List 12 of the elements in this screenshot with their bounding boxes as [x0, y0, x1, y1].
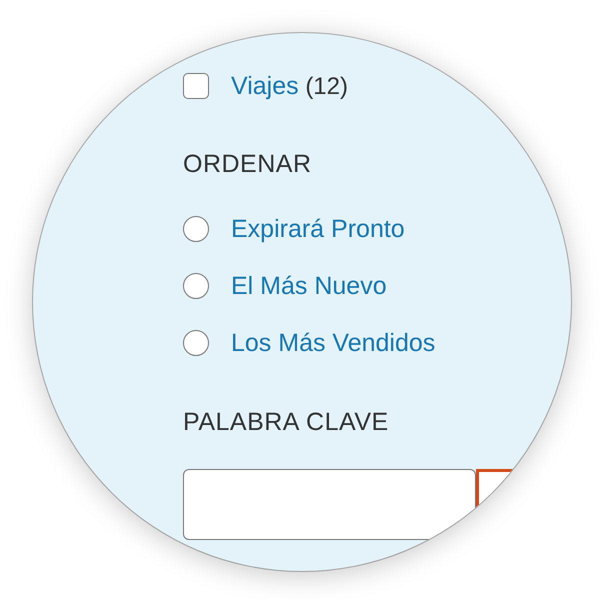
radio-button[interactable]	[183, 216, 209, 242]
radio-button[interactable]	[183, 273, 209, 299]
radio-button[interactable]	[183, 330, 209, 356]
sort-heading: ORDENAR	[183, 151, 313, 177]
keyword-heading: PALABRA CLAVE	[183, 409, 390, 435]
sort-option-link[interactable]: Expirará Pronto	[231, 216, 405, 242]
category-link[interactable]: Viajes	[231, 72, 299, 100]
keyword-input-field[interactable]	[183, 469, 476, 540]
sort-option-link[interactable]: El Más Nuevo	[231, 273, 387, 299]
sort-option-link[interactable]: Los Más Vendidos	[231, 330, 436, 356]
category-count: (12)	[305, 72, 348, 100]
checkbox[interactable]	[183, 73, 209, 99]
